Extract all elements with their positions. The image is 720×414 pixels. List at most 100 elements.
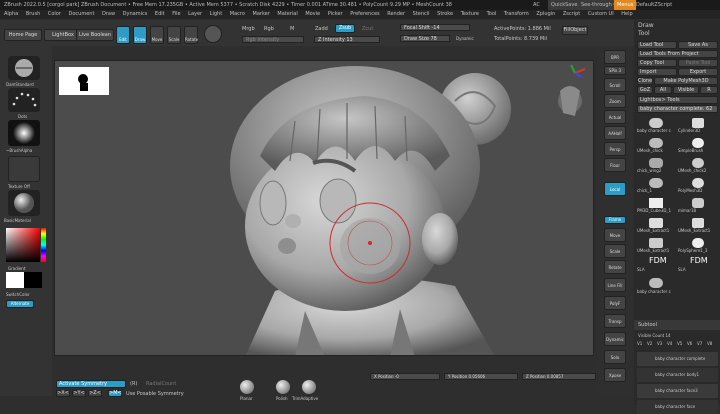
aahalf-button[interactable]: AAHalf [604, 126, 626, 140]
m-symmetry-button[interactable]: >M< [108, 390, 122, 397]
menu-transform[interactable]: Transform [504, 11, 529, 17]
subtool-row[interactable]: baby character face3 [637, 384, 718, 398]
activate-symmetry-button[interactable]: Activate Symmetry [56, 380, 126, 388]
rotate-view-button[interactable]: Rotate [604, 260, 626, 274]
polish-brush-icon[interactable] [276, 380, 290, 394]
goz-button[interactable]: GoZ [637, 86, 653, 94]
visibility-set-v5[interactable]: V5 [677, 341, 682, 346]
home-page-button[interactable]: Home Page [4, 29, 42, 41]
save-as-button[interactable]: Save As [678, 41, 718, 49]
tool-thumb[interactable]: baby character c [637, 276, 677, 298]
subtool-row[interactable]: baby character complete [637, 352, 718, 366]
menu-picker[interactable]: Picker [328, 11, 343, 17]
x-position-slider[interactable]: X Position -0 [370, 373, 440, 380]
actual-button[interactable]: Actual [604, 110, 626, 124]
menu-preferences[interactable]: Preferences [350, 11, 379, 17]
y-position-slider[interactable]: Y Position 0.05606 [444, 373, 518, 380]
bpr-button[interactable]: BPR [604, 50, 626, 64]
material-sphere-icon[interactable] [204, 25, 222, 43]
fill-object-button[interactable]: FillObject [562, 26, 588, 35]
local-button[interactable]: Local [604, 182, 626, 196]
edit-button[interactable]: Edit [116, 26, 130, 44]
zadd-button[interactable]: Zadd [315, 26, 328, 32]
hue-strip[interactable] [41, 228, 46, 262]
menu-brush[interactable]: Brush [26, 11, 40, 17]
zoom-button[interactable]: Zoom [604, 94, 626, 108]
move-button[interactable]: Move [150, 26, 164, 44]
zcut-button[interactable]: Zcut [362, 26, 373, 32]
import-button[interactable]: Import [637, 68, 677, 76]
rgb-intensity-slider[interactable]: Rgb Intensity [242, 36, 304, 43]
menu-zplugin[interactable]: Zplugin [536, 11, 555, 17]
rgb-button[interactable]: Rgb [264, 26, 274, 32]
menu-draw[interactable]: Draw [102, 11, 115, 17]
menu-file[interactable]: File [172, 11, 180, 17]
solo-button[interactable]: Solo [604, 350, 626, 364]
draw-size-slider[interactable]: Draw Size 78 [400, 35, 450, 42]
tool-thumb[interactable]: PM3D_Cube3D_1 [637, 196, 677, 214]
export-button[interactable]: Export [678, 68, 718, 76]
menu-help[interactable]: Help [621, 11, 632, 17]
radial-count-slider[interactable]: RadialCount [146, 381, 176, 387]
visibility-set-v7[interactable]: V7 [697, 341, 702, 346]
load-tool-button[interactable]: Load Tool [637, 41, 677, 49]
switch-color-button[interactable]: SwitchColor [6, 292, 30, 297]
tool-thumb[interactable]: baby character c [637, 116, 677, 134]
tool-thumb[interactable]: FDM SLA [678, 256, 718, 274]
rotate-button[interactable]: Rotate [184, 26, 198, 44]
y-symmetry-button[interactable]: >Y< [72, 390, 86, 397]
color-picker[interactable] [6, 228, 46, 262]
subtool-row[interactable]: baby character body1 [637, 368, 718, 382]
scale-button[interactable]: Scale [167, 26, 181, 44]
menu-material[interactable]: Material [277, 11, 297, 17]
visibility-set-v4[interactable]: V4 [667, 341, 672, 346]
menu-light[interactable]: Light [210, 11, 222, 17]
clone-button[interactable]: Clone [637, 77, 653, 85]
material-picker[interactable] [8, 190, 40, 216]
tool-thumb[interactable]: mimar18 [678, 196, 718, 214]
frame-button[interactable]: Frame [604, 216, 626, 224]
menu-marker[interactable]: Marker [253, 11, 270, 17]
line-fill-button[interactable]: Line Fill [604, 278, 626, 292]
tool-thumb[interactable]: Cylinder3D [678, 116, 718, 134]
focal-shift-slider[interactable]: Focal Shift -14 [400, 24, 470, 31]
tool-thumb[interactable]: FDM SLA [637, 256, 677, 274]
tool-thumb[interactable]: UMesh_Extract1 [678, 216, 718, 234]
x-symmetry-button[interactable]: >X< [56, 390, 70, 397]
secondary-color-swatch[interactable] [24, 272, 42, 288]
tool-thumb[interactable]: PolySphere1_3 [678, 236, 718, 254]
live-boolean-button[interactable]: Live Boolean [76, 29, 114, 41]
navigator-thumbnail[interactable] [59, 67, 109, 95]
brush-picker[interactable] [8, 56, 40, 80]
visible-count-slider[interactable]: Visible Count 14 [638, 333, 671, 338]
quicksave-button[interactable]: QuickSave [548, 0, 581, 10]
tool-thumb[interactable]: chick_wing2 [637, 156, 677, 174]
menu-document[interactable]: Document [69, 11, 95, 17]
tool-palette-title[interactable]: Tool [638, 30, 650, 37]
transp-button[interactable]: Transp [604, 314, 626, 328]
spix-button[interactable]: SPix 3 [604, 66, 626, 75]
lightbox-tools-button[interactable]: Lightbox> Tools [637, 96, 718, 104]
trim-adaptive-brush-icon[interactable] [302, 380, 316, 394]
main-color-swatch[interactable] [6, 272, 24, 288]
xpose-button[interactable]: Xpose [604, 368, 626, 382]
menu-stencil[interactable]: Stencil [413, 11, 430, 17]
menu-custom-ui[interactable]: Custom UI [588, 11, 614, 17]
tool-thumb[interactable]: UMesh_Extract1 [637, 236, 677, 254]
color-square[interactable] [6, 228, 40, 262]
document-canvas[interactable] [54, 60, 594, 356]
menu-texture[interactable]: Texture [461, 11, 479, 17]
move-view-button[interactable]: Move [604, 228, 626, 242]
menu-render[interactable]: Render [387, 11, 405, 17]
menu-layer[interactable]: Layer [188, 11, 202, 17]
texture-picker[interactable] [8, 156, 40, 182]
menu-macro[interactable]: Macro [230, 11, 245, 17]
menu-alpha[interactable]: Alpha [4, 11, 18, 17]
mrgb-button[interactable]: Mrgb [242, 26, 255, 32]
visible-button[interactable]: Visible [673, 86, 699, 94]
visibility-set-v2[interactable]: V2 [647, 341, 652, 346]
menu-edit[interactable]: Edit [155, 11, 165, 17]
visibility-set-v1[interactable]: V1 [637, 341, 642, 346]
alpha-picker[interactable] [8, 120, 40, 146]
visibility-set-v3[interactable]: V3 [657, 341, 662, 346]
